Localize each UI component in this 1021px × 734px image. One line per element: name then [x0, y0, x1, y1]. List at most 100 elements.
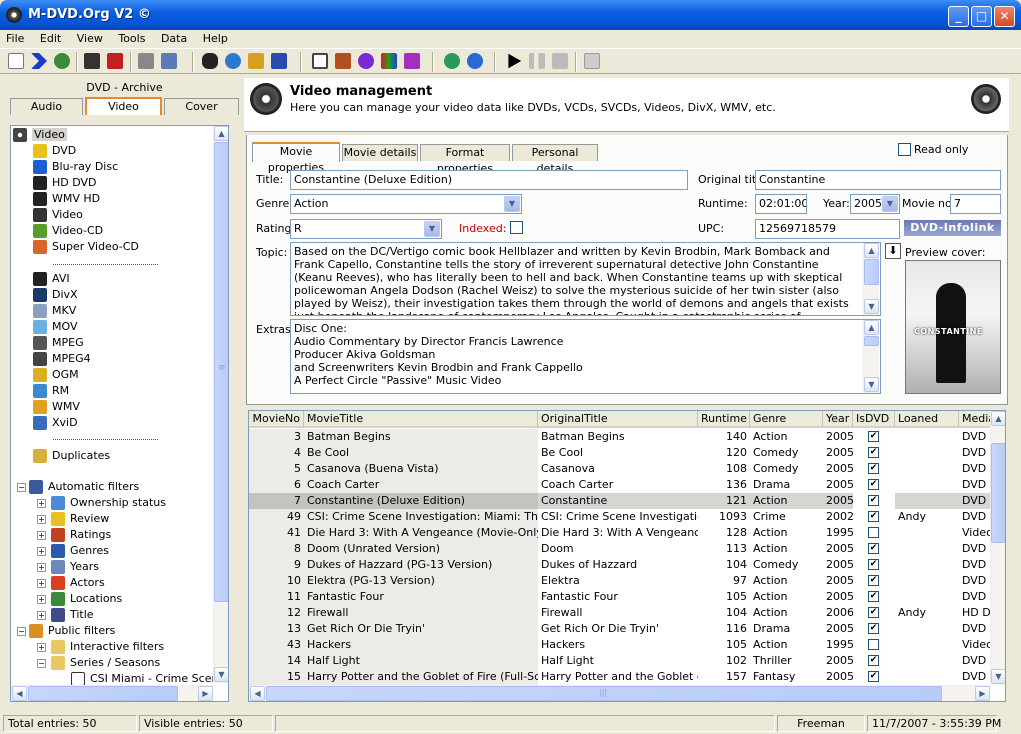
tree-item-interactive-filters[interactable]: Interactive filters — [51, 639, 164, 655]
tree-item-wmv[interactable]: WMV — [33, 399, 80, 415]
title-bar[interactable]: M-DVD.Org V2 © _ □ ✕ — [0, 0, 1021, 30]
tree-item-mkv[interactable]: MKV — [33, 303, 76, 319]
tree-item-ratings[interactable]: Ratings — [51, 527, 111, 543]
isdvd-checkbox[interactable]: ✔ — [868, 575, 879, 586]
column-header-loaned[interactable]: Loaned — [895, 411, 959, 428]
tree-item-actors[interactable]: Actors — [51, 575, 105, 591]
runtime-input[interactable]: 02:01:00 — [755, 194, 807, 214]
menu-view[interactable]: View — [71, 30, 109, 47]
tab-movie-details[interactable]: Movie details — [342, 144, 418, 161]
table-row[interactable]: 4 Be Cool Be Cool 120 Comedy 2005 ✔ DVD — [249, 445, 991, 461]
tree-item-public-filters[interactable]: Public filters — [29, 623, 115, 639]
scroll-down-button[interactable]: ▼ — [214, 667, 228, 682]
scroll-thumb-horizontal[interactable]: ||| — [266, 686, 942, 701]
table-row[interactable]: 11 Fantastic Four Fantastic Four 105 Action 2… — [249, 589, 991, 605]
table-row[interactable]: 5 Casanova (Buena Vista) Casanova 108 Comedy… — [249, 461, 991, 477]
isdvd-checkbox[interactable]: ✔ — [868, 671, 879, 682]
extras-textarea[interactable]: Disc One: Audio Commentary by Director F… — [290, 319, 881, 394]
tree-item-series-seasons[interactable]: Series / Seasons — [51, 655, 160, 671]
isdvd-checkbox[interactable]: ✔ — [868, 623, 879, 634]
collapse-auto-filters[interactable]: − — [17, 483, 26, 492]
minimize-button[interactable]: _ — [948, 6, 969, 27]
isdvd-checkbox[interactable]: ✔ — [868, 591, 879, 602]
isdvd-checkbox[interactable]: ✔ — [868, 543, 879, 554]
scroll-left-button[interactable]: ◀ — [250, 686, 265, 701]
tab-format-properties[interactable]: Format properties — [420, 144, 510, 175]
pause-icon[interactable] — [529, 53, 545, 69]
tree-item-blu-ray-disc[interactable]: Blu-ray Disc — [33, 159, 118, 175]
tree-vertical-scrollbar[interactable]: ▲ ≡ ▼ — [213, 126, 228, 683]
expand-button[interactable]: + — [37, 547, 46, 556]
report-icon[interactable] — [161, 53, 177, 69]
save-icon[interactable] — [84, 53, 100, 69]
disc-icon[interactable] — [358, 53, 374, 69]
column-header-isdvd[interactable]: IsDVD — [853, 411, 895, 428]
scroll-up-button[interactable]: ▲ — [214, 126, 228, 141]
tree-item-automatic-filters[interactable]: Automatic filters — [29, 479, 139, 495]
tree-item-video-cd[interactable]: Video-CD — [33, 223, 103, 239]
close-button[interactable]: ✕ — [994, 6, 1015, 27]
grid-vertical-scrollbar[interactable]: ▲ ▼ — [990, 411, 1005, 685]
isdvd-checkbox[interactable]: ✔ — [868, 511, 879, 522]
collapse-public-filters[interactable]: − — [17, 627, 26, 636]
title-input[interactable]: Constantine (Deluxe Edition) — [290, 170, 688, 190]
tree-item-duplicates[interactable]: Duplicates — [33, 448, 110, 464]
scroll-thumb[interactable] — [991, 443, 1005, 543]
menu-help[interactable]: Help — [197, 30, 234, 47]
expand-button[interactable]: + — [37, 579, 46, 588]
stop-icon[interactable] — [552, 53, 568, 69]
read-only-checkbox[interactable] — [898, 143, 911, 156]
expand-button[interactable]: + — [37, 643, 46, 652]
table-row[interactable]: 13 Get Rich Or Die Tryin' Get Rich Or Die … — [249, 621, 991, 637]
table-row[interactable]: 8 Doom (Unrated Version) Doom 113 Action 2005… — [249, 541, 991, 557]
rating-select[interactable]: R ▼ — [290, 219, 442, 239]
tree-item-mpeg[interactable]: MPEG — [33, 335, 84, 351]
year-select[interactable]: 2005 ▼ — [850, 194, 900, 214]
tree-item-hd-dvd[interactable]: HD DVD — [33, 175, 97, 191]
isdvd-checkbox[interactable]: ✔ — [868, 607, 879, 618]
scroll-right-button[interactable]: ▶ — [198, 686, 213, 701]
load-cover-button[interactable]: ⬇ — [885, 243, 901, 259]
dvd-infolink-button[interactable]: DVD-Infolink — [904, 220, 1001, 236]
tree-item-review[interactable]: Review — [51, 511, 109, 527]
table-row[interactable]: 9 Dukes of Hazzard (PG-13 Version) Dukes o… — [249, 557, 991, 573]
tree-item-rm[interactable]: RM — [33, 383, 69, 399]
tab-video[interactable]: Video — [85, 97, 162, 115]
filter-icon[interactable] — [248, 53, 264, 69]
expand-button[interactable]: + — [37, 531, 46, 540]
column-header-runtime[interactable]: Runtime — [698, 411, 750, 428]
tree-horizontal-scrollbar[interactable]: ◀ ▶ — [11, 685, 213, 701]
menu-file[interactable]: File — [0, 30, 30, 47]
chevron-down-icon[interactable]: ▼ — [424, 221, 440, 237]
tree-item-ogm[interactable]: OGM — [33, 367, 79, 383]
scroll-left-button[interactable]: ◀ — [12, 686, 27, 701]
scroll-thumb[interactable] — [864, 336, 879, 346]
topic-scrollbar[interactable]: ▲ ▼ — [863, 243, 879, 315]
isdvd-checkbox[interactable]: ✔ — [868, 463, 879, 474]
expand-button[interactable]: + — [37, 611, 46, 620]
web-search-icon[interactable] — [225, 53, 241, 69]
scroll-thumb[interactable]: ≡ — [214, 142, 228, 602]
tab-audio[interactable]: Audio — [10, 98, 83, 115]
expand-button[interactable]: + — [37, 499, 46, 508]
table-row[interactable]: 49 CSI: Crime Scene Investigation: Miami:… — [249, 509, 991, 525]
isdvd-checkbox[interactable]: ✔ — [868, 431, 879, 442]
table-row[interactable]: 7 Constantine (Deluxe Edition) Constantine… — [249, 493, 1001, 509]
table-row[interactable]: 43 Hackers Hackers 105 Action 1995 Video — [249, 637, 993, 653]
expand-button[interactable]: + — [37, 563, 46, 572]
table-row[interactable]: 12 Firewall Firewall 104 Action 2006 ✔ Andy HD D — [249, 605, 991, 621]
window-icon[interactable] — [312, 53, 328, 69]
scroll-thumb[interactable] — [864, 259, 879, 285]
scroll-up-button[interactable]: ▲ — [864, 243, 879, 258]
scroll-down-button[interactable]: ▼ — [991, 669, 1005, 684]
tree-item-dvd[interactable]: DVD — [33, 143, 76, 159]
scroll-down-button[interactable]: ▼ — [864, 377, 879, 392]
print-icon[interactable] — [138, 53, 154, 69]
tree-item-xvid[interactable]: XviD — [33, 415, 78, 431]
tree-item-mpeg4[interactable]: MPEG4 — [33, 351, 91, 367]
tree-item-ownership-status[interactable]: Ownership status — [51, 495, 166, 511]
colors-icon[interactable] — [381, 53, 397, 69]
maximize-button[interactable]: □ — [971, 6, 992, 27]
chevron-down-icon[interactable]: ▼ — [504, 196, 520, 212]
genre-select[interactable]: Action ▼ — [290, 194, 522, 214]
